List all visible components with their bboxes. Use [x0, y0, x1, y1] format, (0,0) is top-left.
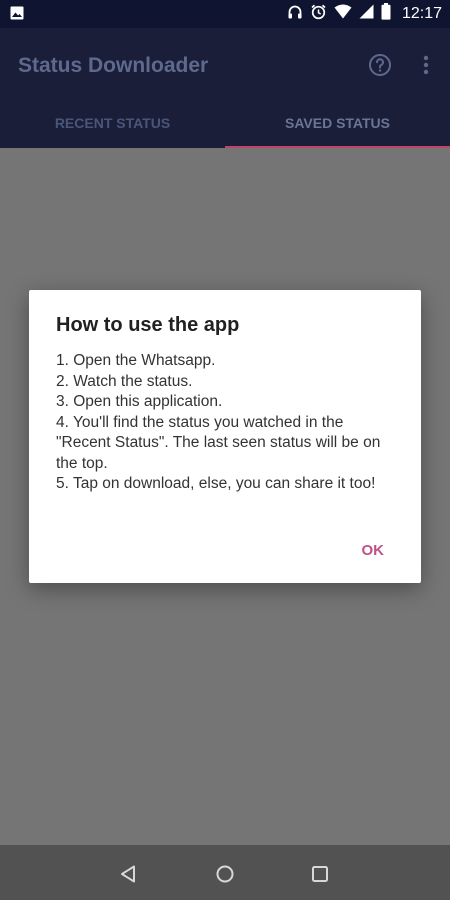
instruction-line: 5. Tap on download, else, you can share … — [56, 475, 376, 492]
signal-icon — [359, 4, 374, 24]
more-vert-icon — [423, 55, 429, 75]
navigation-bar — [0, 845, 450, 900]
tab-saved-status[interactable]: SAVED STATUS — [225, 100, 450, 148]
battery-icon — [381, 3, 391, 25]
more-options-button[interactable] — [414, 53, 438, 77]
recents-button[interactable] — [309, 863, 331, 885]
home-icon — [216, 865, 234, 883]
status-bar: 12:17 — [0, 0, 450, 28]
dialog-body: 1. Open the Whatsapp. 2. Watch the statu… — [56, 351, 401, 495]
image-notification-icon — [10, 6, 24, 25]
ok-button[interactable]: OK — [362, 542, 385, 559]
back-button[interactable] — [118, 863, 140, 885]
home-button[interactable] — [214, 863, 236, 885]
tab-bar: RECENT STATUS SAVED STATUS — [0, 100, 450, 148]
dialog-title: How to use the app — [56, 314, 240, 336]
wifi-icon — [334, 4, 352, 24]
help-icon — [369, 54, 391, 76]
back-icon — [121, 865, 135, 883]
recents-icon — [312, 866, 328, 882]
help-dialog: How to use the app 1. Open the Whatsapp.… — [29, 290, 421, 583]
help-button[interactable] — [368, 53, 392, 77]
app-bar: Status Downloader RECENT STATUS SAVED ST… — [0, 28, 450, 148]
clock-time: 12:17 — [401, 5, 442, 22]
instruction-line: 3. Open this application. — [56, 393, 223, 410]
status-icons: 12:17 — [287, 0, 442, 28]
instruction-line: 4. You'll find the status you watched in… — [56, 413, 381, 472]
alarm-icon — [310, 3, 327, 25]
headphones-icon — [287, 4, 303, 25]
instruction-line: 2. Watch the status. — [56, 372, 193, 390]
instruction-line: 1. Open the Whatsapp. — [56, 352, 216, 369]
tab-recent-status[interactable]: RECENT STATUS — [0, 100, 225, 148]
app-title: Status Downloader — [18, 54, 209, 77]
